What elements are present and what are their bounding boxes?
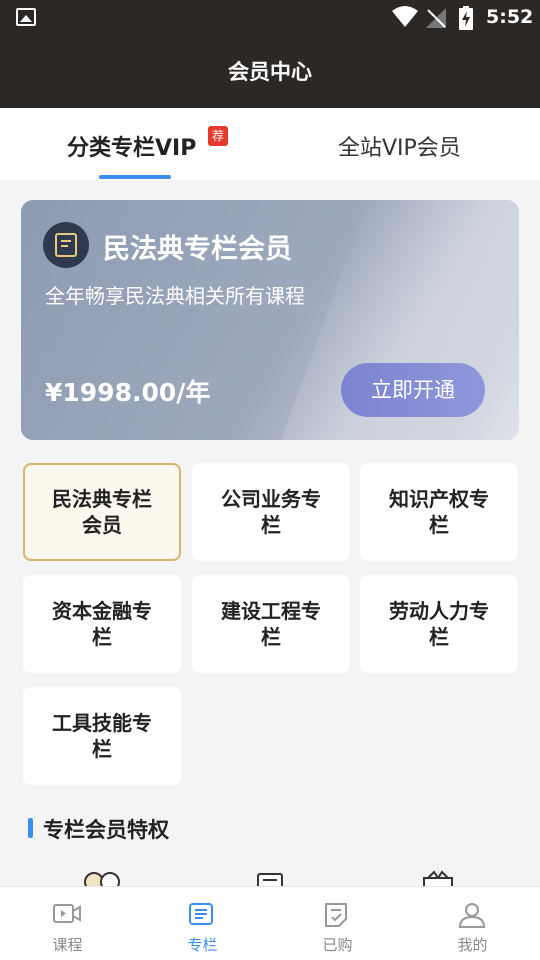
card-price: ¥1998.00/年 [45, 378, 211, 407]
nav-columns[interactable]: 专栏 [135, 887, 270, 960]
card-title: 民法典专栏会员 [103, 234, 292, 265]
status-time: 5:52 [486, 6, 534, 28]
battery-charging-icon [459, 6, 473, 30]
card-subtitle: 全年畅享民法典相关所有课程 [45, 284, 305, 308]
page-title: 会员中心 [228, 60, 312, 84]
category-civil-code[interactable]: 民法典专栏会员 [23, 463, 181, 561]
user-icon [458, 903, 486, 928]
app-header: 5:52 会员中心 [0, 0, 540, 108]
tab-bar: 分类专栏VIP 荐 全站VIP会员 [0, 108, 540, 180]
nav-label: 专栏 [187, 936, 218, 954]
nav-label: 课程 [52, 936, 83, 954]
category-tools-skills[interactable]: 工具技能专栏 [23, 687, 181, 785]
privileges-title: 专栏会员特权 [43, 818, 169, 842]
purchased-icon [325, 903, 347, 927]
category-labor[interactable]: 劳动人力专栏 [360, 575, 518, 673]
activate-button[interactable]: 立即开通 [341, 363, 485, 417]
column-icon [189, 903, 213, 925]
nav-mine[interactable]: 我的 [405, 887, 540, 960]
image-notification-icon [16, 8, 36, 26]
wifi-icon [392, 6, 418, 27]
section-marker [28, 818, 33, 838]
video-icon [53, 904, 81, 923]
bottom-nav: 课程 专栏 已购 我的 [0, 886, 540, 960]
category-capital-finance[interactable]: 资本金融专栏 [23, 575, 181, 673]
category-corporate[interactable]: 公司业务专栏 [192, 463, 350, 561]
nav-label: 已购 [322, 936, 353, 954]
category-ip[interactable]: 知识产权专栏 [360, 463, 518, 561]
membership-card: 民法典专栏会员 全年畅享民法典相关所有课程 ¥1998.00/年 立即开通 [21, 200, 519, 440]
nav-courses[interactable]: 课程 [0, 887, 135, 960]
nav-label: 我的 [457, 936, 488, 954]
no-signal-icon [426, 8, 446, 28]
book-icon [43, 222, 89, 268]
status-bar: 5:52 [0, 0, 540, 36]
tab-site-vip[interactable]: 全站VIP会员 [338, 130, 461, 162]
category-construction[interactable]: 建设工程专栏 [192, 575, 350, 673]
recommend-badge: 荐 [208, 126, 228, 146]
nav-purchased[interactable]: 已购 [270, 887, 405, 960]
active-tab-indicator [99, 175, 171, 179]
tab-category-vip[interactable]: 分类专栏VIP [67, 130, 196, 162]
